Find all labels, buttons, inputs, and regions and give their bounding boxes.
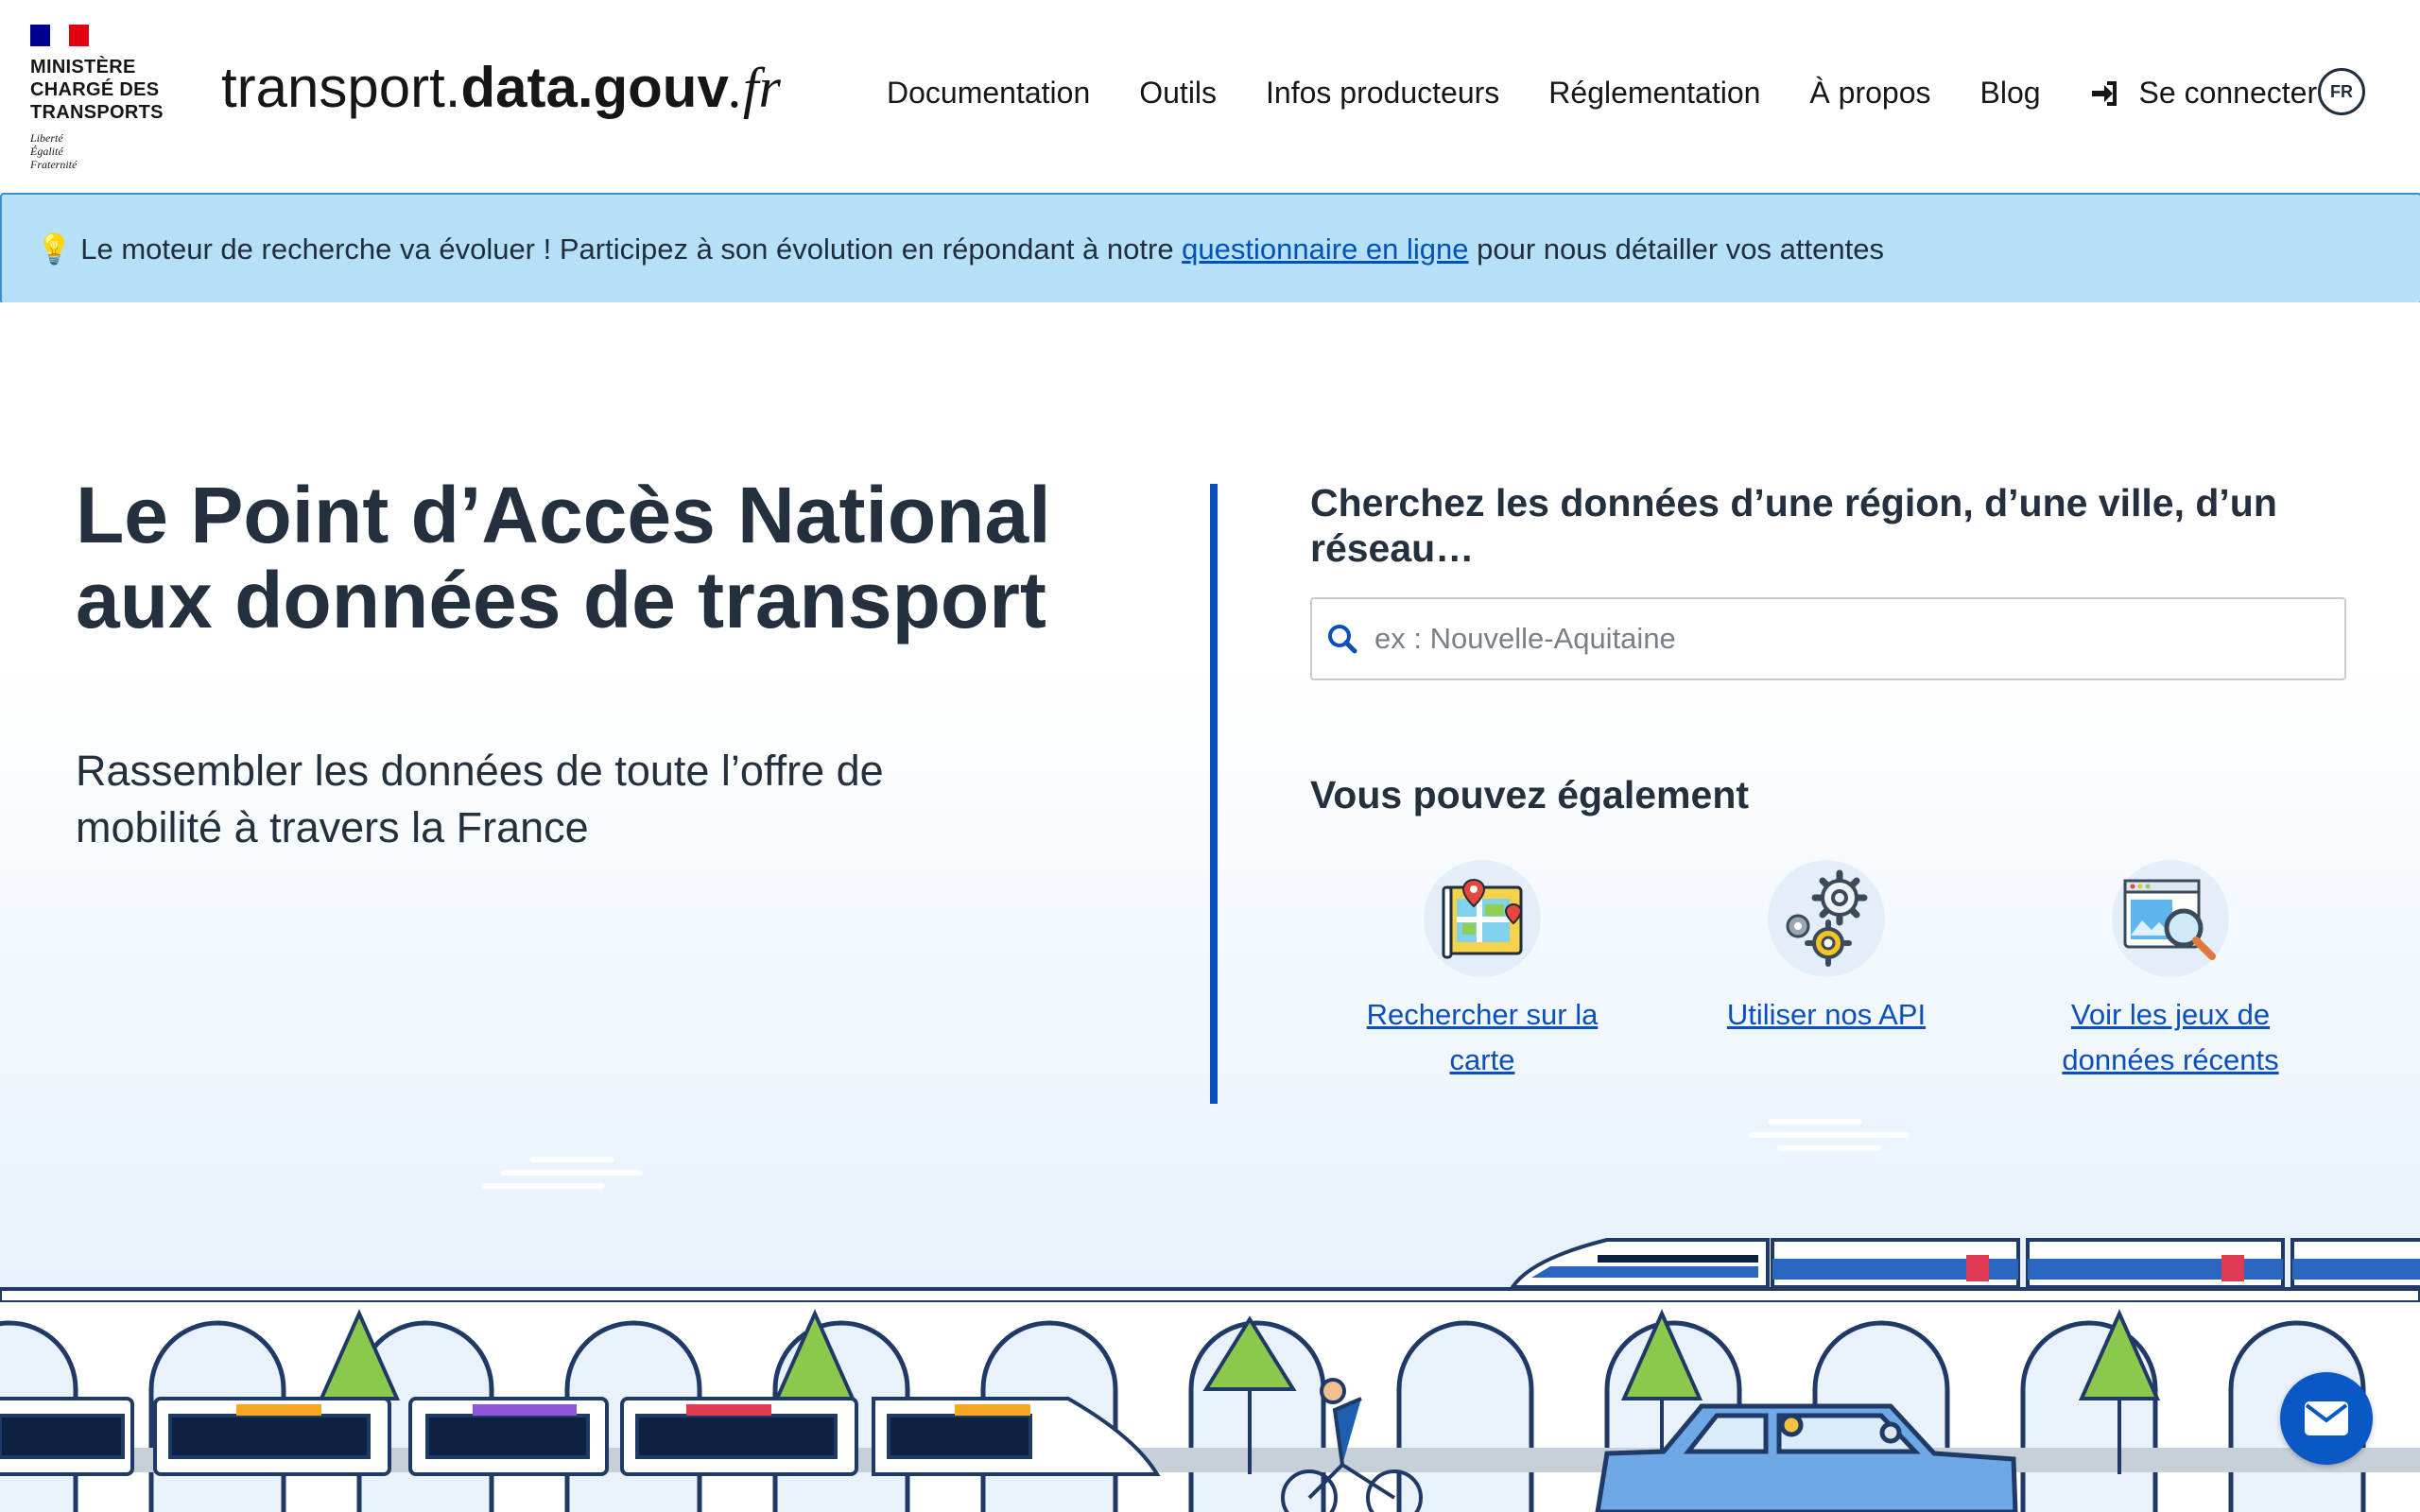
- nav-documentation[interactable]: Documentation: [887, 76, 1090, 111]
- language-code: FR: [2330, 81, 2353, 101]
- also-title: Vous pouvez également: [1310, 773, 1750, 816]
- nav-a-propos[interactable]: À propos: [1809, 76, 1930, 111]
- search-icon: [1328, 625, 1357, 654]
- site-title-part1: transport.: [221, 56, 461, 119]
- site-title-part3: .fr: [728, 57, 781, 119]
- ministry-name: MINISTÈRE CHARGÉ DES TRANSPORTS: [30, 57, 164, 123]
- main-nav: Documentation Outils Infos producteurs R…: [887, 76, 2317, 111]
- gears-icon: [1768, 860, 1885, 977]
- high-speed-train: [1509, 1238, 2420, 1289]
- language-selector[interactable]: FR: [2318, 68, 2365, 115]
- dataset-search-icon: [2112, 860, 2229, 977]
- nav-outils[interactable]: Outils: [1139, 76, 1217, 111]
- site-title[interactable]: transport.data.gouv.fr: [221, 55, 781, 121]
- regional-train: [0, 1397, 1161, 1476]
- action-search-map[interactable]: Rechercher sur la carte: [1331, 860, 1634, 1083]
- survey-link[interactable]: questionnaire en ligne: [1182, 232, 1468, 266]
- transport-illustration: [0, 1119, 2420, 1512]
- hero-title: Le Point d’Accès National aux données de…: [76, 471, 1051, 644]
- action-recent-datasets[interactable]: Voir les jeux de données récents: [2019, 860, 2322, 1083]
- search-input[interactable]: [1373, 621, 2322, 657]
- login-label: Se connecter: [2138, 76, 2318, 110]
- nav-reglementation[interactable]: Réglementation: [1548, 76, 1760, 111]
- french-flag-icon: [30, 25, 90, 46]
- action-use-api[interactable]: Utiliser nos API: [1675, 860, 1978, 1038]
- site-title-part2: data.gouv: [460, 56, 729, 119]
- contact-chat-button[interactable]: [2280, 1372, 2373, 1465]
- ministry-logo[interactable]: MINISTÈRE CHARGÉ DES TRANSPORTS Liberté …: [30, 25, 182, 176]
- search-box[interactable]: [1310, 597, 2346, 680]
- site-header: MINISTÈRE CHARGÉ DES TRANSPORTS Liberté …: [0, 0, 2420, 193]
- login-button[interactable]: Se connecter: [2090, 76, 2318, 111]
- mail-icon: [2305, 1401, 2348, 1435]
- search-title: Cherchez les données d’une région, d’une…: [1310, 481, 2277, 570]
- action-label-datasets[interactable]: Voir les jeux de données récents: [2019, 992, 2322, 1083]
- republic-motto: Liberté Égalité Fraternité: [30, 131, 78, 171]
- nav-infos-producteurs[interactable]: Infos producteurs: [1266, 76, 1499, 111]
- hero-subtitle: Rassembler les données de toute l’offre …: [76, 747, 884, 851]
- map-icon: [1424, 860, 1541, 977]
- banner-text-after: pour nous détailler vos attentes: [1468, 232, 1884, 266]
- vertical-divider: [1210, 484, 1218, 1104]
- lightbulb-icon: 💡: [36, 232, 73, 266]
- login-icon: [2091, 80, 2117, 106]
- clouds: [482, 1119, 1910, 1189]
- action-label-api[interactable]: Utiliser nos API: [1675, 992, 1978, 1038]
- viaduct-deck: [0, 1287, 2420, 1304]
- info-banner: 💡 Le moteur de recherche va évoluer ! Pa…: [0, 193, 2420, 304]
- nav-blog[interactable]: Blog: [1980, 76, 2041, 111]
- banner-text-before: Le moteur de recherche va évoluer ! Part…: [80, 232, 1183, 266]
- action-label-map[interactable]: Rechercher sur la carte: [1331, 992, 1634, 1083]
